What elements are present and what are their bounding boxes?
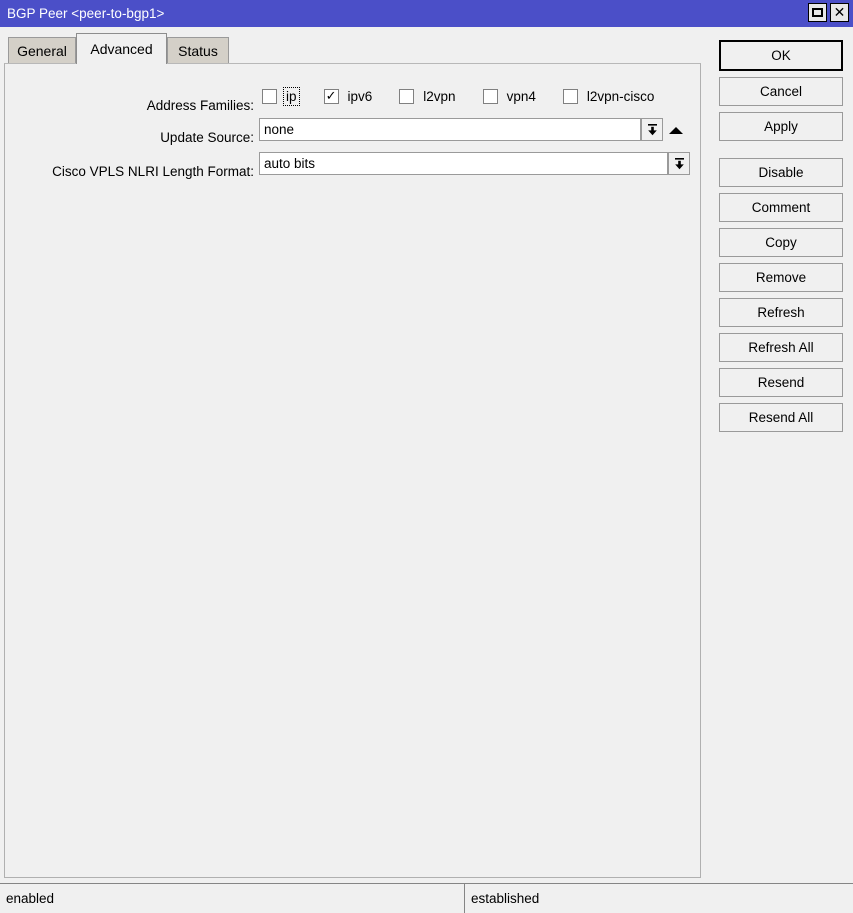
refresh-button-label: Refresh [757, 305, 805, 320]
cisco-vpls-nlri-value: auto bits [264, 156, 316, 171]
refresh-all-button-label: Refresh All [748, 340, 814, 355]
status-bar: enabled established [0, 883, 853, 913]
resend-button[interactable]: Resend [719, 368, 843, 397]
checkbox-vpn4[interactable]: ✓ [482, 89, 498, 104]
checkbox-item-vpn4[interactable]: ✓ vpn4 [482, 87, 539, 106]
checkbox-label-vpn4[interactable]: vpn4 [504, 87, 539, 106]
address-families-row: Address Families: ✓ ip ✓ ipv6 ✓ l2vpn ✓ [5, 87, 695, 113]
window-controls: ✕ [808, 3, 849, 22]
window-title: BGP Peer <peer-to-bgp1> [7, 6, 165, 21]
remove-button-label: Remove [755, 270, 807, 285]
status-enabled-text: enabled [6, 891, 55, 906]
tab-advanced-label: Advanced [90, 41, 153, 57]
window-titlebar[interactable]: BGP Peer <peer-to-bgp1> ✕ [0, 0, 853, 27]
checkbox-label-ip[interactable]: ip [283, 87, 300, 106]
checkbox-label-l2vpn-cisco[interactable]: l2vpn-cisco [584, 87, 658, 106]
cancel-button-label: Cancel [759, 84, 803, 99]
cisco-vpls-nlri-input[interactable]: auto bits [259, 152, 668, 175]
copy-button-label: Copy [765, 235, 797, 250]
address-families-label: Address Families: [146, 98, 254, 113]
resend-button-label: Resend [757, 375, 805, 390]
status-state-text: established [471, 891, 540, 906]
action-button-panel: OK Cancel Apply Disable Comment Copy Rem… [719, 40, 843, 438]
refresh-button[interactable]: Refresh [719, 298, 843, 327]
update-source-input[interactable]: none [259, 118, 641, 141]
update-source-label: Update Source: [160, 130, 254, 145]
close-icon: ✕ [833, 4, 846, 21]
ok-button-label: OK [771, 48, 791, 63]
tab-status[interactable]: Status [167, 37, 229, 64]
tab-general-label: General [17, 43, 67, 59]
checkbox-item-l2vpn[interactable]: ✓ l2vpn [399, 87, 458, 106]
comment-button-label: Comment [751, 200, 811, 215]
apply-button-label: Apply [764, 119, 798, 134]
disable-button[interactable]: Disable [719, 158, 843, 187]
update-source-collapse-button[interactable] [667, 118, 685, 141]
checkbox-item-ipv6[interactable]: ✓ ipv6 [323, 87, 376, 106]
checkbox-label-ipv6[interactable]: ipv6 [345, 87, 376, 106]
bgp-peer-window: BGP Peer <peer-to-bgp1> ✕ General Advanc… [0, 0, 853, 913]
checkbox-item-ip[interactable]: ✓ ip [262, 87, 300, 106]
checkbox-l2vpn-cisco[interactable]: ✓ [562, 89, 578, 104]
maximize-icon [812, 8, 823, 17]
update-source-value: none [264, 122, 295, 137]
cisco-vpls-nlri-dropdown-button[interactable] [668, 152, 690, 175]
collapse-up-arrow-icon [669, 126, 683, 134]
status-state-cell: established [464, 884, 853, 913]
checkbox-label-l2vpn[interactable]: l2vpn [420, 87, 458, 106]
address-families-checkbox-group: ✓ ip ✓ ipv6 ✓ l2vpn ✓ vpn4 ✓ l2vpn [262, 87, 657, 106]
refresh-all-button[interactable]: Refresh All [719, 333, 843, 362]
close-button[interactable]: ✕ [830, 3, 849, 22]
resend-all-button-label: Resend All [748, 410, 814, 425]
tab-advanced[interactable]: Advanced [76, 33, 167, 64]
checkbox-ipv6[interactable]: ✓ [323, 88, 339, 104]
resend-all-button[interactable]: Resend All [719, 403, 843, 432]
dropdown-arrow-icon [647, 124, 657, 136]
remove-button[interactable]: Remove [719, 263, 843, 292]
status-enabled-cell: enabled [0, 884, 464, 913]
button-group-divider [719, 147, 843, 158]
dropdown-arrow-icon [674, 158, 684, 170]
cancel-button[interactable]: Cancel [719, 77, 843, 106]
copy-button[interactable]: Copy [719, 228, 843, 257]
comment-button[interactable]: Comment [719, 193, 843, 222]
update-source-dropdown-button[interactable] [641, 118, 663, 141]
ok-button[interactable]: OK [719, 40, 843, 71]
check-mark-icon: ✓ [325, 88, 337, 104]
apply-button[interactable]: Apply [719, 112, 843, 141]
tab-status-label: Status [178, 43, 218, 59]
disable-button-label: Disable [758, 165, 804, 180]
advanced-tab-panel: Address Families: ✓ ip ✓ ipv6 ✓ l2vpn ✓ [4, 63, 701, 878]
maximize-button[interactable] [808, 3, 827, 22]
checkbox-l2vpn[interactable]: ✓ [399, 89, 415, 104]
checkbox-ip[interactable]: ✓ [262, 89, 277, 104]
checkbox-item-l2vpn-cisco[interactable]: ✓ l2vpn-cisco [562, 87, 658, 106]
tab-general[interactable]: General [8, 37, 76, 64]
cisco-vpls-nlri-label: Cisco VPLS NLRI Length Format: [52, 164, 254, 179]
